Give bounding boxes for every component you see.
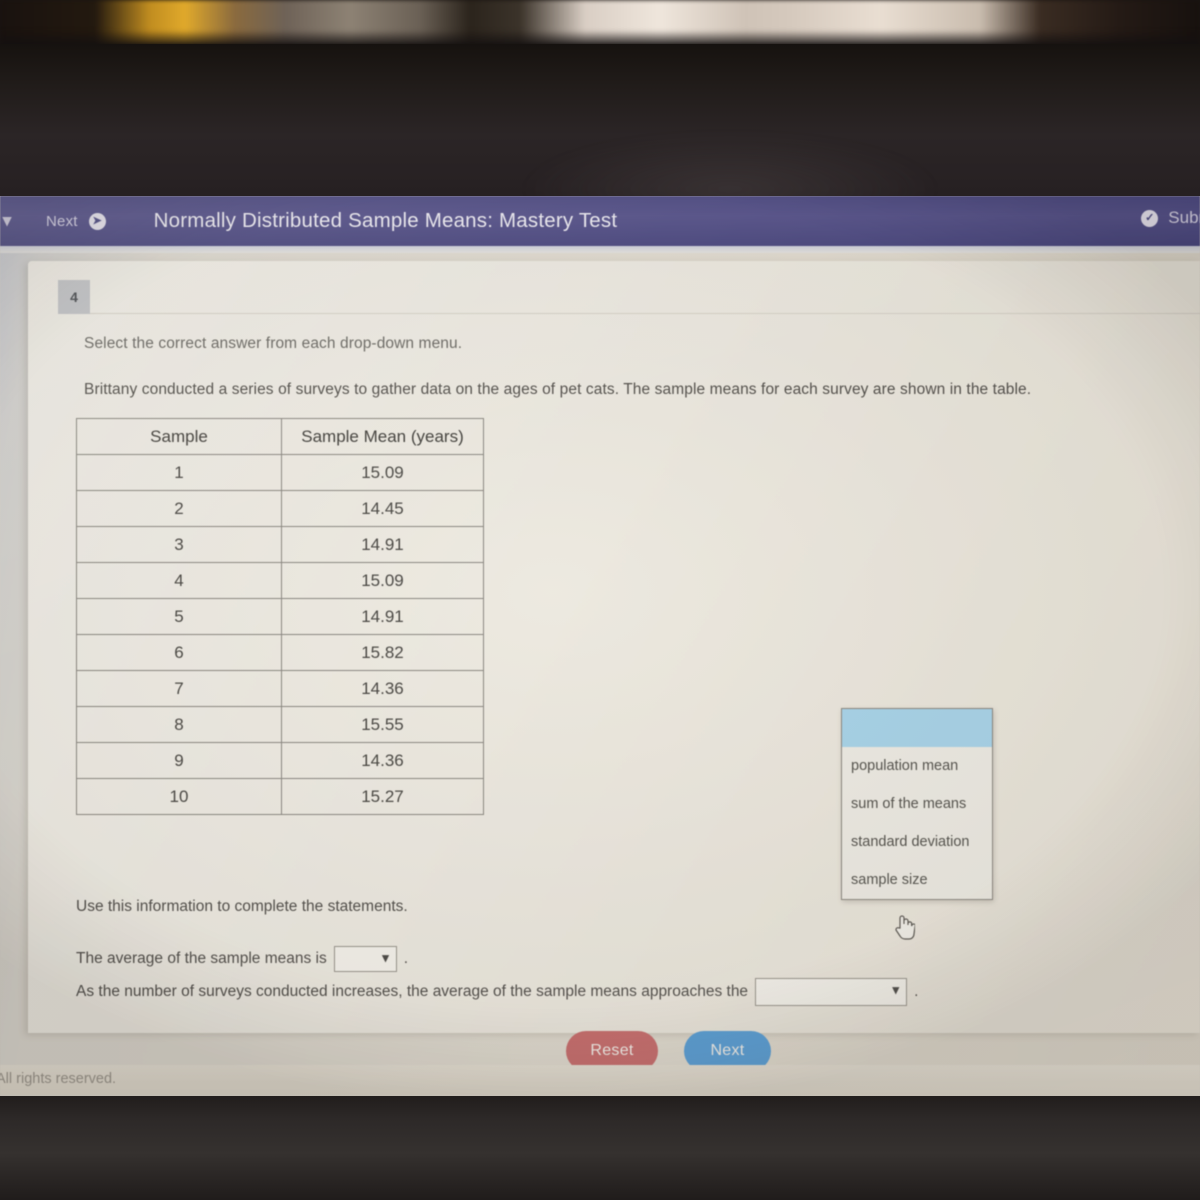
- cell-sample: 5: [76, 598, 282, 635]
- cell-sample: 2: [76, 490, 282, 527]
- submit-test-label: Submit T: [1168, 208, 1200, 227]
- page-body: 4 Select the correct answer from each dr…: [0, 253, 1200, 1096]
- statement-two-text: As the number of surveys conducted incre…: [76, 983, 749, 1000]
- statement-two-dropdown[interactable]: ▾: [755, 978, 908, 1006]
- chevron-down-icon: ▾: [382, 950, 389, 965]
- check-circle-icon: ✓: [1141, 209, 1159, 227]
- cell-sample: 8: [76, 706, 282, 743]
- statement-one-dropdown[interactable]: ▾: [333, 946, 397, 972]
- cell-mean: 14.91: [281, 526, 484, 563]
- submit-test-button[interactable]: ✓ Submit T: [1141, 208, 1200, 228]
- cell-sample: 9: [76, 742, 282, 779]
- sample-means-table: Sample Sample Mean (years) 1 15.09 2 14.45…: [76, 418, 484, 815]
- chevron-down-icon: ▾: [892, 982, 900, 997]
- cell-mean: 14.91: [281, 598, 484, 635]
- table-header-row: Sample Sample Mean (years): [76, 418, 484, 455]
- hand-cursor: [895, 915, 915, 940]
- cell-sample: 7: [76, 670, 282, 707]
- cell-sample: 3: [76, 526, 282, 563]
- cell-mean: 14.36: [281, 742, 484, 779]
- cell-mean: 15.55: [281, 706, 484, 743]
- chevron-down-icon[interactable]: ▾: [0, 211, 20, 231]
- table-row: 2 14.45: [76, 490, 484, 527]
- statement-one-text: The average of the sample means is: [76, 950, 327, 967]
- table-row: 8 15.55: [76, 706, 484, 743]
- footer-bar: All rights reserved.: [0, 1065, 1200, 1095]
- dropdown-option-sample-size[interactable]: sample size: [842, 861, 992, 899]
- use-information-text: Use this information to complete the sta…: [76, 898, 408, 915]
- table-row: 1 15.09: [76, 454, 484, 491]
- cell-mean: 14.45: [281, 490, 484, 527]
- table-row: 5 14.91: [76, 598, 484, 635]
- question-prompt: Brittany conducted a series of surveys t…: [84, 381, 1032, 398]
- footer-text: All rights reserved.: [0, 1071, 117, 1087]
- app-header-bar: ▾ Next ➤ Normally Distributed Sample Mea…: [0, 196, 1200, 246]
- cell-mean: 15.09: [281, 562, 484, 599]
- question-divider: [90, 313, 1200, 314]
- cell-sample: 10: [76, 778, 282, 815]
- question-card: 4 Select the correct answer from each dr…: [28, 261, 1200, 1071]
- dropdown-option-population-mean[interactable]: population mean: [842, 747, 992, 785]
- statement-one: The average of the sample means is ▾ .: [76, 946, 408, 972]
- table-row: 9 14.36: [76, 742, 484, 779]
- page-title: Normally Distributed Sample Means: Maste…: [153, 209, 618, 232]
- table-row: 7 14.36: [76, 670, 484, 707]
- dropdown-option-standard-deviation[interactable]: standard deviation: [842, 823, 992, 861]
- header-next-label[interactable]: Next: [46, 213, 78, 230]
- statement-two-period: .: [914, 983, 919, 1000]
- header-underline: [0, 246, 1200, 253]
- table-row: 4 15.09: [76, 562, 484, 599]
- question-number-badge: 4: [58, 280, 90, 314]
- cell-mean: 15.82: [281, 634, 484, 671]
- arrow-right-circle-icon[interactable]: ➤: [88, 212, 106, 230]
- laptop-bottom-bezel: hp: [0, 1096, 1200, 1200]
- cell-mean: 14.36: [281, 670, 484, 707]
- table-row: 6 15.82: [76, 634, 484, 671]
- table-row: 10 15.27: [76, 778, 484, 815]
- dropdown-options-list[interactable]: population mean sum of the means standar…: [841, 708, 993, 900]
- table-row: 3 14.91: [76, 526, 484, 563]
- photo-of-laptop-screen: ▾ Next ➤ Normally Distributed Sample Mea…: [0, 0, 1200, 1200]
- cell-sample: 1: [76, 454, 282, 491]
- instruction-text: Select the correct answer from each drop…: [84, 335, 463, 352]
- cell-sample: 6: [76, 634, 282, 671]
- cell-sample: 4: [76, 562, 282, 599]
- dropdown-option-sum-of-the-means[interactable]: sum of the means: [842, 785, 992, 823]
- statement-one-period: .: [403, 950, 409, 967]
- column-header-sample: Sample: [76, 418, 282, 455]
- cell-mean: 15.27: [281, 778, 484, 815]
- cell-mean: 15.09: [281, 454, 484, 491]
- laptop-screen: ▾ Next ➤ Normally Distributed Sample Mea…: [0, 196, 1200, 1096]
- column-header-sample-mean: Sample Mean (years): [281, 418, 484, 455]
- statement-two: As the number of surveys conducted incre…: [76, 978, 918, 1006]
- dropdown-option-blank[interactable]: [842, 709, 992, 747]
- laptop-top-bezel: [0, 44, 1200, 244]
